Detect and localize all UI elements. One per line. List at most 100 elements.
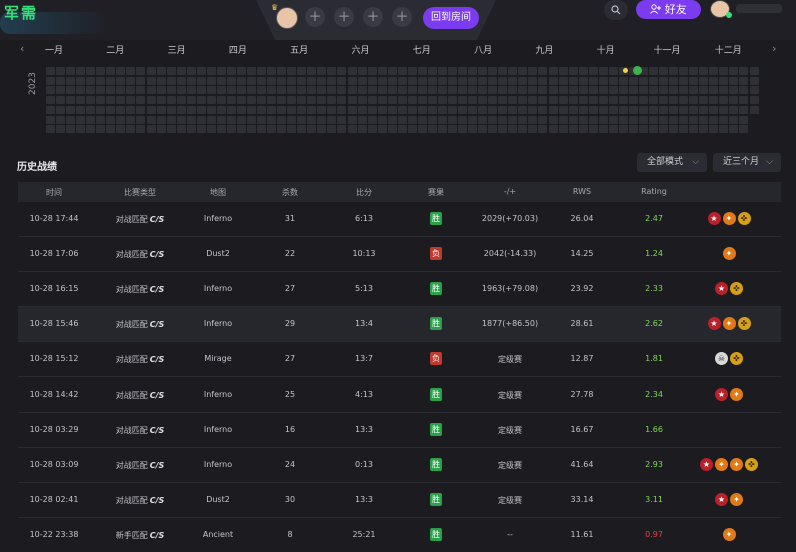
heatmap-day-cell[interactable] bbox=[86, 86, 96, 95]
heatmap-day-cell[interactable] bbox=[498, 125, 508, 134]
heatmap-day-cell[interactable] bbox=[739, 86, 749, 95]
heatmap-day-cell[interactable] bbox=[427, 86, 437, 95]
heatmap-day-cell[interactable] bbox=[417, 105, 427, 114]
heatmap-day-cell[interactable] bbox=[367, 96, 377, 105]
heatmap-day-cell[interactable] bbox=[548, 67, 558, 75]
heatmap-day-cell[interactable] bbox=[498, 76, 508, 85]
heatmap-day-cell[interactable] bbox=[739, 67, 749, 75]
heatmap-day-cell[interactable] bbox=[508, 115, 518, 124]
heatmap-day-cell[interactable] bbox=[397, 86, 407, 95]
heatmap-day-cell[interactable] bbox=[397, 96, 407, 105]
heatmap-day-cell[interactable] bbox=[317, 76, 327, 85]
heatmap-day-cell[interactable] bbox=[86, 76, 96, 85]
heatmap-day-cell[interactable] bbox=[508, 67, 518, 75]
heatmap-day-cell[interactable] bbox=[226, 96, 236, 105]
heatmap-day-cell[interactable] bbox=[659, 86, 669, 95]
heatmap-day-cell[interactable] bbox=[427, 105, 437, 114]
heatmap-day-cell[interactable] bbox=[367, 105, 377, 114]
heatmap-day-cell[interactable] bbox=[598, 115, 608, 124]
heatmap-day-cell[interactable] bbox=[226, 67, 236, 75]
invite-slot-2[interactable]: + bbox=[334, 7, 354, 27]
heatmap-day-cell[interactable] bbox=[397, 115, 407, 124]
heatmap-day-cell[interactable] bbox=[257, 96, 267, 105]
invite-slot-1[interactable]: + bbox=[305, 7, 325, 27]
heatmap-day-cell[interactable] bbox=[247, 96, 256, 105]
flame-medal-icon[interactable]: ✦ bbox=[722, 317, 736, 331]
heatmap-day-cell[interactable] bbox=[618, 76, 628, 85]
heatmap-day-cell[interactable] bbox=[458, 86, 468, 95]
heatmap-day-cell[interactable] bbox=[236, 115, 246, 124]
heatmap-day-cell[interactable] bbox=[186, 86, 196, 95]
flame-medal-icon[interactable]: ✦ bbox=[722, 527, 736, 541]
heatmap-day-cell[interactable] bbox=[327, 125, 337, 134]
heatmap-day-cell[interactable] bbox=[307, 86, 317, 95]
heatmap-day-cell[interactable] bbox=[76, 96, 86, 105]
heatmap-day-cell[interactable] bbox=[136, 125, 146, 134]
heatmap-day-cell[interactable] bbox=[679, 67, 689, 75]
heatmap-day-cell[interactable] bbox=[186, 105, 196, 114]
crosshair-medal-icon[interactable]: ✜ bbox=[737, 212, 751, 225]
flame-medal-icon[interactable]: ✦ bbox=[730, 492, 743, 506]
heatmap-day-cell[interactable] bbox=[247, 76, 256, 85]
heatmap-day-cell[interactable] bbox=[257, 115, 267, 124]
heatmap-day-cell[interactable] bbox=[458, 76, 468, 85]
heatmap-day-cell[interactable] bbox=[659, 115, 669, 124]
heatmap-day-cell[interactable] bbox=[317, 105, 327, 114]
heatmap-day-cell[interactable] bbox=[488, 115, 498, 124]
heatmap-day-cell[interactable] bbox=[156, 105, 166, 114]
heatmap-day-cell[interactable] bbox=[427, 76, 437, 85]
heatmap-day-cell[interactable] bbox=[367, 115, 377, 124]
heatmap-day-cell[interactable] bbox=[427, 96, 437, 105]
heatmap-day-cell[interactable] bbox=[468, 67, 478, 75]
heatmap-day-cell[interactable] bbox=[206, 105, 216, 114]
heatmap-day-cell[interactable] bbox=[86, 115, 96, 124]
heatmap-day-cell[interactable] bbox=[478, 86, 488, 95]
heatmap-day-cell[interactable] bbox=[247, 67, 256, 75]
heatmap-day-cell[interactable] bbox=[337, 76, 347, 85]
heatmap-day-cell[interactable] bbox=[206, 67, 216, 75]
heatmap-day-cell[interactable] bbox=[216, 67, 226, 75]
heatmap-day-cell[interactable] bbox=[588, 96, 598, 105]
skull-medal-icon[interactable]: ☠ bbox=[715, 352, 728, 366]
heatmap-day-cell[interactable] bbox=[558, 67, 568, 75]
heatmap-day-cell[interactable] bbox=[699, 105, 709, 114]
heatmap-day-cell[interactable] bbox=[739, 115, 749, 124]
heatmap-day-cell[interactable] bbox=[538, 115, 548, 124]
heatmap-day-cell[interactable] bbox=[518, 115, 528, 124]
heatmap-day-cell[interactable] bbox=[437, 115, 447, 124]
heatmap-day-cell[interactable] bbox=[206, 115, 216, 124]
heatmap-day-cell[interactable] bbox=[287, 125, 297, 134]
heatmap-day-cell[interactable] bbox=[297, 67, 307, 75]
heatmap-day-cell[interactable] bbox=[377, 86, 387, 95]
heatmap-day-cell[interactable] bbox=[267, 96, 277, 105]
heatmap-day-cell[interactable] bbox=[608, 67, 618, 75]
heatmap-day-cell[interactable] bbox=[327, 67, 337, 75]
heatmap-day-cell[interactable] bbox=[548, 105, 558, 114]
heatmap-day-cell[interactable] bbox=[287, 67, 297, 75]
heatmap-day-cell[interactable] bbox=[417, 125, 427, 134]
heatmap-day-cell[interactable] bbox=[659, 125, 669, 134]
heatmap-day-cell[interactable] bbox=[277, 86, 287, 95]
heatmap-day-cell[interactable] bbox=[96, 76, 106, 85]
heatmap-day-cell[interactable] bbox=[267, 125, 277, 134]
friends-button[interactable]: 好友 bbox=[636, 0, 701, 19]
heatmap-day-cell[interactable] bbox=[126, 96, 136, 105]
heatmap-day-cell[interactable] bbox=[347, 76, 357, 85]
column-header[interactable]: 赛果 bbox=[421, 187, 451, 198]
heatmap-day-cell[interactable] bbox=[458, 67, 468, 75]
heatmap-day-cell[interactable] bbox=[498, 105, 508, 114]
heatmap-day-cell[interactable] bbox=[568, 125, 578, 134]
heatmap-day-cell[interactable] bbox=[86, 96, 96, 105]
table-row[interactable]: 10-28 02:41 对战匹配 C/S Dust2 30 13:3 胜 定级赛 33.14 3.… bbox=[18, 483, 781, 518]
heatmap-day-cell[interactable] bbox=[649, 105, 658, 114]
heatmap-day-cell[interactable] bbox=[709, 115, 719, 124]
heatmap-day-cell[interactable] bbox=[146, 86, 156, 95]
heatmap-day-cell[interactable] bbox=[307, 67, 317, 75]
range-filter-dropdown[interactable]: 近三个月 ⌵ bbox=[713, 153, 781, 172]
heatmap-day-cell[interactable] bbox=[478, 96, 488, 105]
heatmap-day-cell[interactable] bbox=[669, 96, 679, 105]
heatmap-day-cell[interactable] bbox=[126, 76, 136, 85]
table-row[interactable]: 10-28 03:29 对战匹配 C/S Inferno 16 13:3 胜 定级赛 16.67… bbox=[18, 413, 781, 448]
heatmap-day-cell[interactable] bbox=[196, 67, 206, 75]
heatmap-day-cell[interactable] bbox=[196, 125, 206, 134]
